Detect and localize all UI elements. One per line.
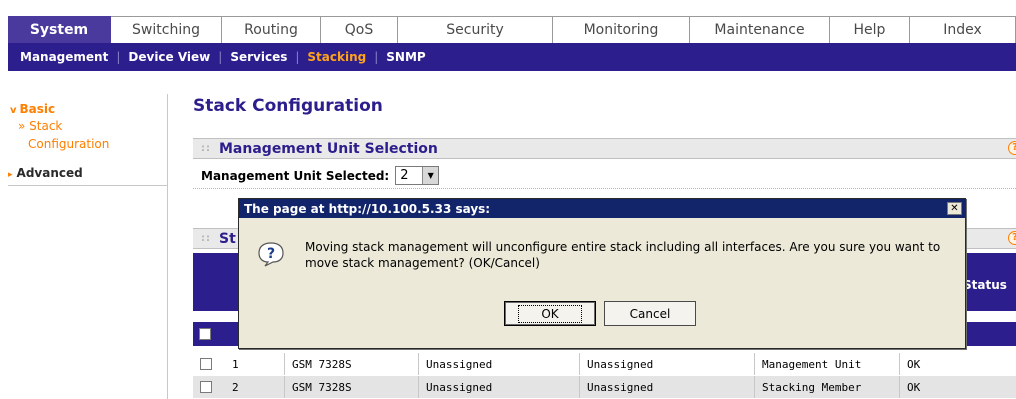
page-title: Stack Configuration <box>193 96 383 116</box>
sub-nav-bar: Management | Device View | Services | St… <box>8 43 1016 71</box>
subnav-services[interactable]: Services <box>230 50 287 64</box>
confirm-dialog: The page at http://10.100.5.33 says: ✕ ?… <box>238 198 966 349</box>
column-header-status: Status <box>963 278 1007 292</box>
nav-advanced[interactable]: ▸ Advanced <box>8 166 168 180</box>
nav-stack-configuration-line2[interactable]: Configuration <box>28 137 109 151</box>
dialog-title-bar[interactable]: The page at http://10.100.5.33 says: <box>239 199 965 218</box>
svg-text:?: ? <box>267 246 275 262</box>
tab-bar-spacer <box>8 0 1016 16</box>
row-select-cell <box>193 376 225 398</box>
subnav-separator: | <box>374 50 379 64</box>
tab-index[interactable]: Index <box>910 16 1016 43</box>
tab-switching[interactable]: Switching <box>111 16 222 43</box>
chevron-right-icon: ▸ <box>8 170 13 180</box>
tab-qos[interactable]: QoS <box>321 16 398 43</box>
cell-status: OK <box>907 380 921 394</box>
chevron-down-icon: v <box>10 105 17 116</box>
cell-unit: 1 <box>225 353 285 375</box>
nav-basic-label: Basic <box>19 102 56 116</box>
table-row: 1 GSM 7328S Unassigned Unassigned Manage… <box>193 353 1016 375</box>
tab-security[interactable]: Security <box>398 16 553 43</box>
ok-button[interactable]: OK <box>504 301 596 326</box>
cell-unassigned-b: Unassigned <box>580 353 755 375</box>
select-all-checkbox[interactable] <box>199 328 211 340</box>
cell-unassigned-b: Unassigned <box>580 376 755 398</box>
row-select-cell <box>193 353 225 375</box>
row-checkbox[interactable] <box>200 381 212 393</box>
dropdown-arrow-icon[interactable]: ▼ <box>422 167 439 184</box>
subnav-separator: | <box>218 50 223 64</box>
cell-status: OK <box>907 357 921 371</box>
stack-section-title: St <box>219 230 236 247</box>
cell-unit: 2 <box>225 376 285 398</box>
tab-routing[interactable]: Routing <box>222 16 321 43</box>
cell-model: GSM 7328S <box>285 353 419 375</box>
subnav-separator: | <box>295 50 300 64</box>
management-unit-value: 2 <box>400 168 409 183</box>
tab-system[interactable]: System <box>8 16 111 43</box>
management-unit-label: Management Unit Selected: <box>201 168 390 183</box>
subnav-device-view[interactable]: Device View <box>128 50 210 64</box>
row-checkbox[interactable] <box>200 358 212 370</box>
management-unit-section-header: :: Management Unit Selection ? <box>193 138 1016 159</box>
cell-unassigned-a: Unassigned <box>419 353 580 375</box>
tab-monitoring[interactable]: Monitoring <box>553 16 690 43</box>
nav-advanced-label: Advanced <box>16 166 83 180</box>
management-unit-select[interactable]: 2 ▼ <box>395 166 440 185</box>
dialog-title: The page at http://10.100.5.33 says: <box>244 201 491 216</box>
cell-unassigned-a: Unassigned <box>419 376 580 398</box>
subnav-separator: | <box>116 50 121 64</box>
tab-maintenance[interactable]: Maintenance <box>690 16 830 43</box>
cell-model: GSM 7328S <box>285 376 419 398</box>
cancel-button[interactable]: Cancel <box>604 301 696 326</box>
table-row: 2 GSM 7328S Unassigned Unassigned Stacki… <box>193 376 1016 398</box>
nav-basic[interactable]: v Basic <box>10 102 55 116</box>
section-grip-icon: :: <box>201 143 211 154</box>
tab-help[interactable]: Help <box>830 16 910 43</box>
nav-divider <box>8 185 168 186</box>
help-icon[interactable]: ? <box>1008 141 1016 155</box>
close-icon[interactable]: ✕ <box>947 202 962 215</box>
question-icon: ? <box>258 242 284 267</box>
management-unit-row: Management Unit Selected: 2 ▼ <box>193 163 1016 189</box>
management-unit-section-title: Management Unit Selection <box>219 140 438 157</box>
help-icon[interactable]: ? <box>1008 231 1016 245</box>
cell-role: Stacking Member <box>755 376 900 398</box>
ok-button-label: OK <box>518 304 582 323</box>
left-nav: v Basic » Stack Configuration ▸ Advanced <box>8 94 168 399</box>
subnav-management[interactable]: Management <box>20 50 108 64</box>
dialog-message: Moving stack management will unconfigure… <box>305 240 941 270</box>
section-grip-icon: :: <box>201 233 211 244</box>
subnav-stacking[interactable]: Stacking <box>307 50 366 64</box>
cell-role: Management Unit <box>755 353 900 375</box>
subnav-snmp[interactable]: SNMP <box>386 50 425 64</box>
nav-stack-configuration[interactable]: » Stack <box>18 119 62 133</box>
